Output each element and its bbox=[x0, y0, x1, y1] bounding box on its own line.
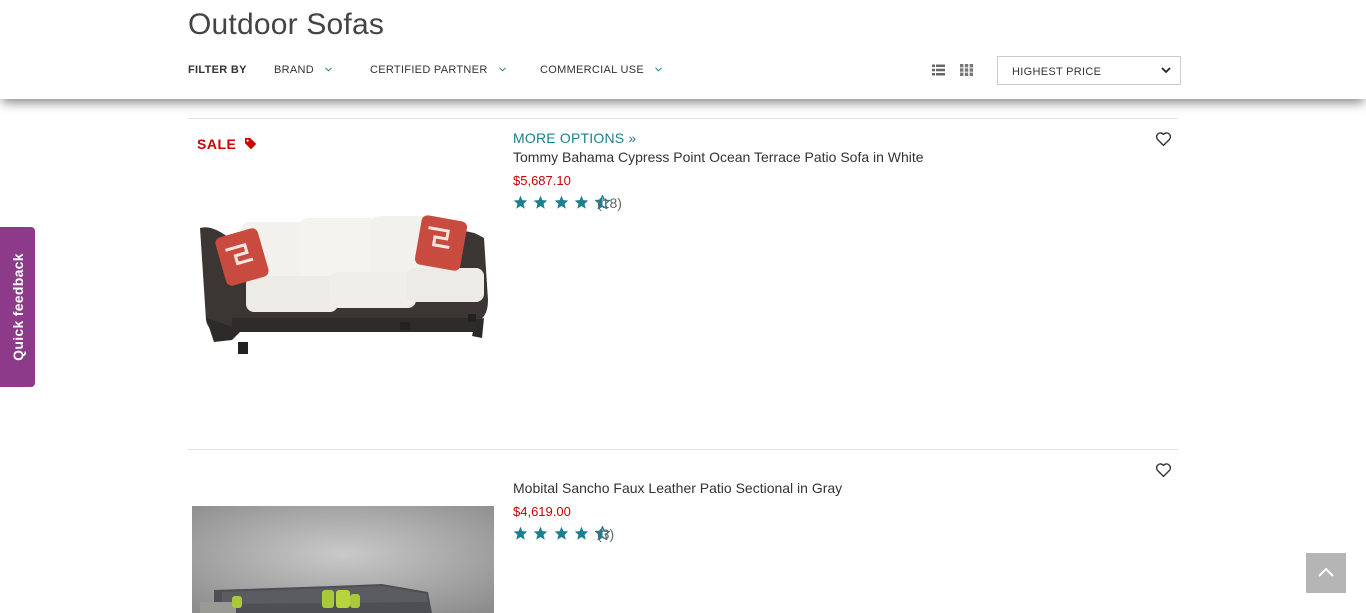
filter-by-label: FILTER BY bbox=[188, 64, 247, 76]
scroll-to-top-button[interactable] bbox=[1306, 553, 1346, 593]
star-icon bbox=[513, 526, 528, 540]
filter-brand-label: BRAND bbox=[274, 64, 315, 76]
rating-count[interactable]: (18) bbox=[597, 195, 622, 211]
star-icon bbox=[575, 526, 589, 540]
star-icon bbox=[554, 195, 569, 209]
chevron-down-icon bbox=[499, 67, 506, 72]
sort-selected-value: HIGHEST PRICE bbox=[1012, 66, 1102, 78]
page-title: Outdoor Sofas bbox=[188, 8, 385, 41]
price-tag-icon bbox=[244, 137, 256, 149]
chevron-down-icon bbox=[325, 67, 333, 72]
filter-brand[interactable]: BRAND bbox=[274, 64, 333, 76]
product-price: $5,687.10 bbox=[513, 173, 571, 188]
sale-badge: SALE bbox=[197, 136, 257, 152]
quick-feedback-tab[interactable]: Quick feedback bbox=[0, 227, 35, 387]
filter-certified-partner[interactable]: CERTIFIED PARTNER bbox=[370, 64, 506, 76]
star-icon bbox=[575, 195, 589, 209]
rating-count[interactable]: (3) bbox=[597, 526, 614, 542]
star-icon bbox=[554, 526, 569, 540]
divider bbox=[188, 449, 1178, 450]
sale-label: SALE bbox=[197, 136, 237, 152]
filter-certified-partner-label: CERTIFIED PARTNER bbox=[370, 64, 488, 76]
product-price: $4,619.00 bbox=[513, 504, 571, 519]
more-options-link[interactable]: MORE OPTIONS » bbox=[513, 130, 636, 146]
page-header: Outdoor Sofas FILTER BY BRAND CERTIFIED … bbox=[0, 0, 1366, 99]
list-view-icon[interactable] bbox=[932, 64, 945, 76]
star-icon bbox=[534, 526, 548, 540]
grid-view-icon[interactable] bbox=[960, 64, 973, 76]
filter-commercial-use[interactable]: COMMERCIAL USE bbox=[540, 64, 663, 76]
product-name-link[interactable]: Tommy Bahama Cypress Point Ocean Terrace… bbox=[513, 149, 924, 165]
product-image[interactable] bbox=[192, 210, 494, 356]
quick-feedback-label: Quick feedback bbox=[9, 253, 26, 361]
product-image[interactable] bbox=[192, 506, 494, 613]
sort-select[interactable]: HIGHEST PRICE bbox=[997, 56, 1181, 85]
wishlist-heart-icon[interactable] bbox=[1155, 462, 1172, 478]
chevron-down-icon bbox=[655, 67, 663, 72]
star-icon bbox=[513, 195, 528, 209]
chevron-down-icon bbox=[1161, 67, 1171, 74]
filter-commercial-use-label: COMMERCIAL USE bbox=[540, 64, 645, 76]
divider bbox=[188, 118, 1178, 119]
product-name-link[interactable]: Mobital Sancho Faux Leather Patio Sectio… bbox=[513, 480, 842, 496]
wishlist-heart-icon[interactable] bbox=[1155, 131, 1172, 147]
star-icon bbox=[534, 195, 548, 209]
chevron-up-icon bbox=[1318, 567, 1334, 577]
